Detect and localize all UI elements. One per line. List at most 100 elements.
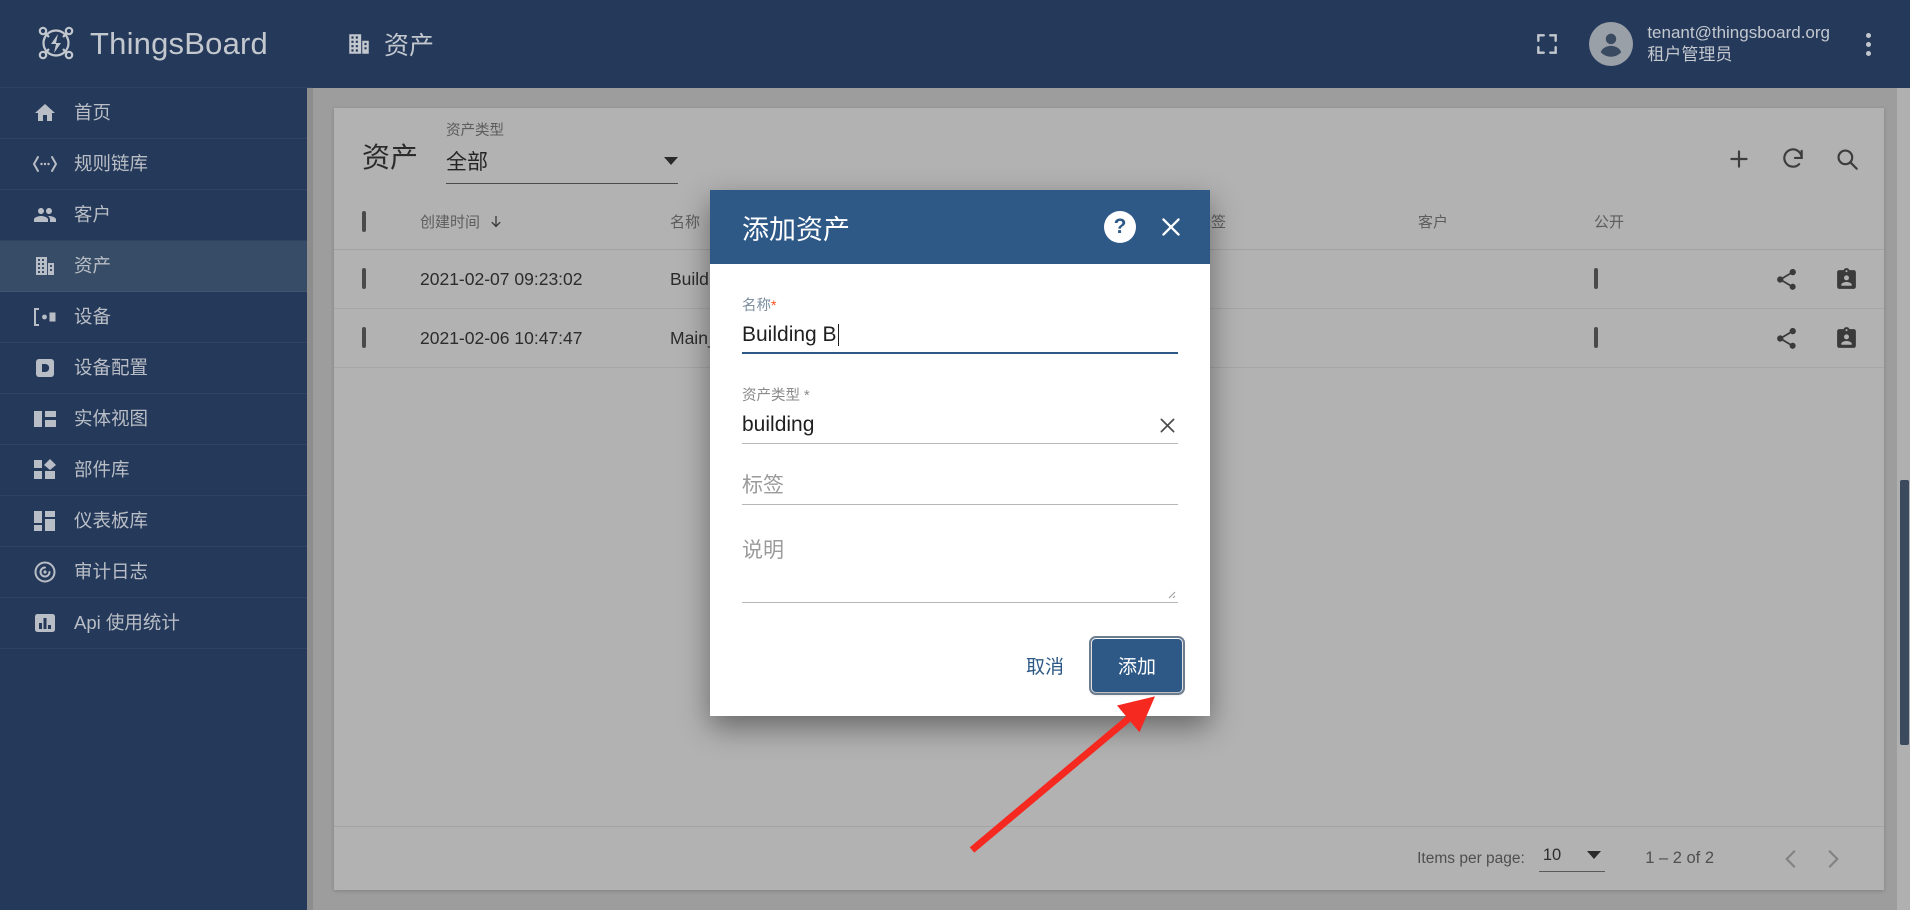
resize-grip-icon[interactable]: [1164, 586, 1176, 599]
close-icon[interactable]: [1154, 210, 1188, 244]
column-header-public[interactable]: 公开: [1594, 211, 1774, 232]
text-cursor: [837, 324, 840, 347]
cancel-button[interactable]: 取消: [1006, 640, 1084, 691]
widget-library-icon: [32, 457, 58, 483]
brand-name: ThingsBoard: [90, 25, 268, 61]
sidebar-item-rule-chains[interactable]: 规则链库: [0, 139, 313, 190]
sidebar-item-home[interactable]: 首页: [0, 88, 313, 139]
sidebar-item-devices[interactable]: 设备: [0, 292, 313, 343]
chevron-down-icon: [1587, 851, 1602, 859]
devices-icon: [32, 304, 58, 330]
assets-icon: [346, 31, 372, 57]
public-checkbox[interactable]: [1594, 268, 1598, 289]
assignment-ind-icon[interactable]: [1834, 326, 1859, 351]
fullscreen-icon[interactable]: [1525, 22, 1569, 66]
row-actions: [1774, 326, 1884, 351]
refresh-button[interactable]: [1780, 146, 1806, 172]
search-button[interactable]: [1834, 146, 1860, 172]
row-checkbox[interactable]: [362, 327, 366, 348]
name-input-value: Building B: [742, 323, 837, 346]
assets-icon: [32, 253, 58, 279]
card-toolbar-actions: [1726, 146, 1860, 172]
add-asset-button[interactable]: [1726, 146, 1752, 172]
customers-icon: [32, 202, 58, 228]
sidebar-item-assets[interactable]: 资产: [0, 241, 313, 292]
avatar[interactable]: [1589, 22, 1634, 66]
dialog-actions: 取消 添加: [710, 629, 1210, 716]
share-icon[interactable]: [1774, 267, 1799, 292]
name-field[interactable]: 名称* Building B: [742, 294, 1178, 355]
paginator: Items per page: 10 1 – 2 of 2: [334, 826, 1884, 890]
dialog-header-actions: ?: [1104, 210, 1188, 244]
sidebar-item-label: 首页: [74, 101, 112, 123]
column-header-label[interactable]: 标签: [1196, 211, 1418, 232]
asset-type-field[interactable]: 资产类型 * building: [742, 384, 1178, 445]
app-root: ThingsBoard 首页 规则链库 客户 资产 设备 设备配置 实体视图 部…: [0, 0, 1910, 910]
home-icon: [32, 100, 58, 126]
top-toolbar: 资产 tenant@thingsboard.org 租户管理员: [313, 0, 1910, 88]
row-checkbox[interactable]: [362, 268, 366, 289]
assignment-ind-icon[interactable]: [1834, 267, 1859, 292]
column-header-created-time[interactable]: 创建时间: [420, 211, 670, 232]
page-title: 资产: [346, 26, 434, 62]
public-checkbox[interactable]: [1594, 327, 1598, 348]
sidebar-item-label: 部件库: [74, 458, 130, 480]
submit-add-button[interactable]: 添加: [1088, 636, 1186, 696]
device-profile-icon: [32, 355, 58, 381]
user-email: tenant@thingsboard.org: [1647, 22, 1830, 42]
help-icon[interactable]: ?: [1104, 211, 1136, 243]
add-asset-dialog: 添加资产 ? 名称* Building B 资产类型 * building 标签…: [710, 190, 1210, 717]
required-marker: *: [771, 297, 777, 313]
page-range-label: 1 – 2 of 2: [1645, 849, 1714, 867]
more-vert-icon[interactable]: [1848, 22, 1888, 66]
user-info[interactable]: tenant@thingsboard.org 租户管理员: [1647, 22, 1830, 67]
sidebar-item-audit-logs[interactable]: 审计日志: [0, 547, 313, 598]
share-icon[interactable]: [1774, 326, 1799, 351]
previous-page-button[interactable]: [1770, 838, 1812, 880]
dialog-header: 添加资产 ?: [710, 190, 1210, 264]
sidebar-item-api-usage[interactable]: Api 使用统计: [0, 598, 313, 649]
help-label: ?: [1113, 215, 1127, 238]
items-per-page-label: Items per page:: [1417, 849, 1525, 867]
cell-created-time: 2021-02-06 10:47:47: [420, 327, 583, 348]
sidebar-item-label: 客户: [74, 203, 112, 225]
dialog-body: 名称* Building B 资产类型 * building 标签 说明: [710, 264, 1210, 629]
sidebar-item-label: Api 使用统计: [74, 611, 180, 633]
items-per-page-value: 10: [1542, 845, 1562, 864]
user-role: 租户管理员: [1647, 45, 1733, 64]
sidebar-item-label: 设备: [74, 305, 112, 327]
rule-chain-icon: [32, 151, 58, 177]
sidebar-item-label: 规则链库: [74, 152, 149, 174]
card-title: 资产: [362, 142, 419, 173]
page-scrollbar-thumb[interactable]: [1900, 480, 1909, 745]
page-title-text: 资产: [384, 32, 435, 60]
sidebar-item-customers[interactable]: 客户: [0, 190, 313, 241]
sidebar-item-label: 设备配置: [74, 356, 149, 378]
sidebar-item-label: 实体视图: [74, 407, 149, 429]
api-usage-icon: [32, 610, 58, 636]
asset-type-input-value: building: [742, 413, 815, 437]
close-icon[interactable]: [1157, 415, 1178, 436]
sidebar-item-widget-library[interactable]: 部件库: [0, 445, 313, 496]
arrow-down-icon: [491, 215, 501, 227]
asset-type-field-label: 资产类型 *: [742, 388, 810, 405]
brand-logo[interactable]: ThingsBoard: [0, 0, 313, 88]
entity-view-icon: [32, 406, 58, 432]
sidebar-item-entity-views[interactable]: 实体视图: [0, 394, 313, 445]
sidebar-item-device-profiles[interactable]: 设备配置: [0, 343, 313, 394]
sidebar: ThingsBoard 首页 规则链库 客户 资产 设备 设备配置 实体视图 部…: [0, 0, 313, 910]
label-field[interactable]: 标签: [742, 474, 1178, 506]
row-actions: [1774, 267, 1884, 292]
sidebar-nav: 首页 规则链库 客户 资产 设备 设备配置 实体视图 部件库 仪表板库 审计日志…: [0, 88, 313, 649]
select-all-checkbox[interactable]: [362, 210, 366, 232]
description-field[interactable]: 说明: [742, 539, 1178, 604]
asset-type-filter-value: 全部: [446, 151, 489, 174]
card-toolbar: 资产 资产类型 全部: [334, 108, 1884, 194]
asset-type-filter[interactable]: 资产类型 全部: [446, 119, 679, 184]
label-input-placeholder: 标签: [742, 474, 784, 498]
next-page-button[interactable]: [1812, 838, 1854, 880]
column-header-customer[interactable]: 客户: [1418, 211, 1594, 232]
items-per-page-select[interactable]: 10: [1538, 845, 1606, 872]
sidebar-item-dashboards[interactable]: 仪表板库: [0, 496, 313, 547]
thingsboard-logo-icon: [32, 20, 80, 68]
